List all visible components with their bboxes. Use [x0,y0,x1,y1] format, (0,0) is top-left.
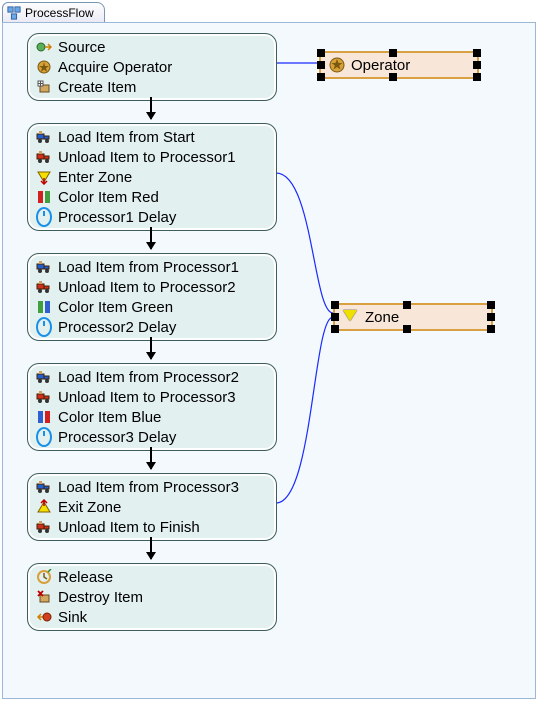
delay-icon [36,429,52,445]
load-icon [36,259,52,275]
canvas[interactable]: Source Acquire Operator Create Item Load It… [2,22,536,699]
activity-block[interactable]: Load Item from Processor2 Unload Item to … [27,363,277,451]
activity-label: Unload Item to Processor3 [58,389,236,406]
activity-label: Source [58,39,106,56]
activity-label: Create Item [58,79,136,96]
activity-color-blue[interactable]: Color Item Blue [28,407,276,427]
activity-label: Color Item Red [58,189,159,206]
load-icon [36,369,52,385]
create-icon [36,79,52,95]
activity-label: Exit Zone [58,499,121,516]
activity-label: Color Item Green [58,299,173,316]
unload-icon [36,389,52,405]
activity-label: Acquire Operator [58,59,172,76]
flow-arrow [150,537,152,559]
activity-label: Sink [58,609,87,626]
color-red-icon [36,189,52,205]
delay-icon [36,319,52,335]
activity-color-red[interactable]: Color Item Red [28,187,276,207]
activity-unload[interactable]: Unload Item to Processor2 [28,277,276,297]
destroy-icon [36,589,52,605]
processflow-icon [7,6,21,20]
activity-label: Load Item from Processor3 [58,479,239,496]
activity-unload[interactable]: Unload Item to Finish [28,517,276,537]
sink-icon [36,609,52,625]
activity-destroy[interactable]: Destroy Item [28,587,276,607]
activity-unload[interactable]: Unload Item to Processor3 [28,387,276,407]
activity-label: Unload Item to Finish [58,519,200,536]
activity-block[interactable]: Load Item from Processor1 Unload Item to … [27,253,277,341]
activity-label: Enter Zone [58,169,132,186]
activity-delay[interactable]: Processor2 Delay [28,317,276,337]
activity-label: Load Item from Processor1 [58,259,239,276]
activity-block[interactable]: Source Acquire Operator Create Item [27,33,277,101]
activity-acquire[interactable]: Acquire Operator [28,57,276,77]
activity-label: Load Item from Processor2 [58,369,239,386]
activity-delay[interactable]: Processor3 Delay [28,427,276,447]
source-icon [36,39,52,55]
activity-release[interactable]: Release [28,567,276,587]
release-icon [36,569,52,585]
activity-label: Processor3 Delay [58,429,176,446]
acquire-icon [36,59,52,75]
activity-load[interactable]: Load Item from Processor3 [28,477,276,497]
exit-icon [36,499,52,515]
unload-icon [36,519,52,535]
resource-operator[interactable]: Operator [319,51,479,79]
resource-zone[interactable]: Zone [333,303,493,331]
activity-block[interactable]: Load Item from Start Unload Item to Proce… [27,123,277,231]
enter-icon [36,169,52,185]
unload-icon [36,149,52,165]
activity-delay[interactable]: Processor1 Delay [28,207,276,227]
unload-icon [36,279,52,295]
load-icon [36,479,52,495]
activity-label: Destroy Item [58,589,143,606]
activity-label: Release [58,569,113,586]
flow-arrow [150,447,152,469]
resource-label: Operator [351,57,410,74]
activity-load[interactable]: Load Item from Processor1 [28,257,276,277]
resource-label: Zone [365,309,399,326]
color-blue-icon [36,409,52,425]
activity-label: Unload Item to Processor1 [58,149,236,166]
activity-create[interactable]: Create Item [28,77,276,97]
flow-arrow [150,227,152,249]
activity-load[interactable]: Load Item from Processor2 [28,367,276,387]
activity-label: Processor2 Delay [58,319,176,336]
color-green-icon [36,299,52,315]
activity-label: Color Item Blue [58,409,161,426]
activity-label: Processor1 Delay [58,209,176,226]
activity-unload[interactable]: Unload Item to Processor1 [28,147,276,167]
activity-enter[interactable]: Enter Zone [28,167,276,187]
activity-label: Unload Item to Processor2 [58,279,236,296]
activity-load[interactable]: Load Item from Start [28,127,276,147]
activity-sink[interactable]: Sink [28,607,276,627]
activity-block[interactable]: Load Item from Processor3 Exit Zone Unload… [27,473,277,541]
operator-icon [329,57,345,73]
activity-label: Load Item from Start [58,129,195,146]
delay-icon [36,209,52,225]
activity-color-green[interactable]: Color Item Green [28,297,276,317]
tab-label: ProcessFlow [25,6,94,20]
zone-icon [343,309,359,325]
flow-arrow [150,97,152,119]
activity-source[interactable]: Source [28,37,276,57]
tab-processflow[interactable]: ProcessFlow [2,2,105,23]
flow-arrow [150,337,152,359]
activity-exit[interactable]: Exit Zone [28,497,276,517]
activity-block[interactable]: Release Destroy Item Sink [27,563,277,631]
load-icon [36,129,52,145]
